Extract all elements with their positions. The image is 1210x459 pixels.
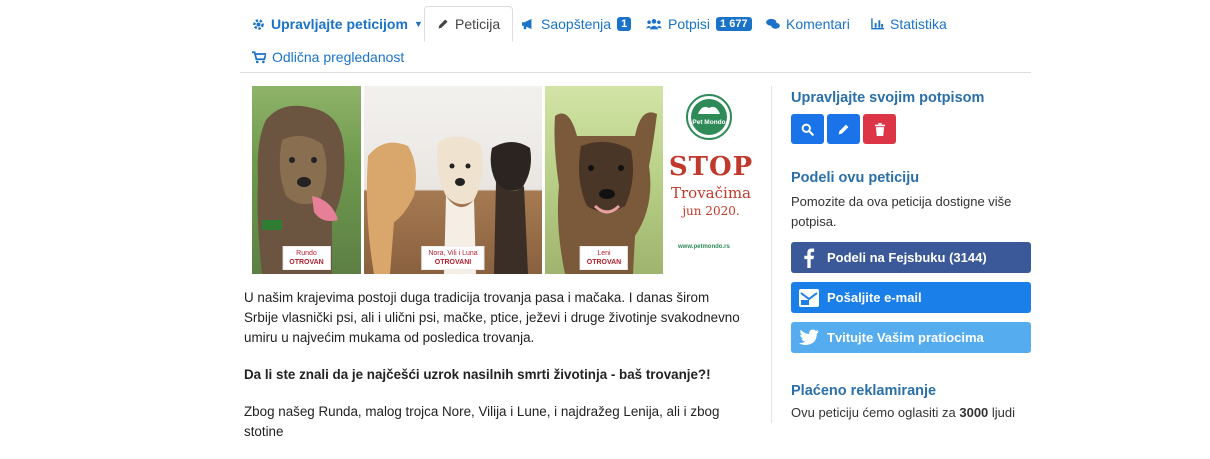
tab-comments-label: Komentari — [786, 16, 850, 32]
tab-promote[interactable]: Odlična pregledanost — [252, 49, 404, 65]
announcements-count-badge: 1 — [617, 17, 632, 31]
facebook-icon — [791, 247, 827, 268]
stop-heading: STOP — [668, 152, 754, 182]
share-facebook-button[interactable]: Podeli na Fejsbuku (3144) — [791, 242, 1031, 273]
stop-poisoners-text: STOP Trovačima jun 2020. — [668, 152, 754, 218]
petition-text: U našim krajevima postoji duga tradicija… — [244, 288, 744, 459]
email-icon — [791, 288, 827, 308]
photo-leni: Leni OTROVAN — [545, 86, 663, 274]
tab-promote-label: Odlična pregledanost — [272, 49, 405, 65]
trash-icon — [874, 122, 885, 136]
tab-comments[interactable]: Komentari — [766, 16, 850, 32]
manage-signature-title: Upravljajte svojim potpisom — [791, 90, 985, 106]
gear-icon — [252, 18, 265, 31]
caret-down-icon: ▼ — [413, 19, 423, 29]
paid-ads-text: Ovu peticiju ćemo oglasiti za 3000 ljudi — [791, 405, 1016, 420]
tab-petition[interactable]: Peticija — [424, 6, 514, 42]
banner-website: www.petmondo.rs — [678, 244, 730, 250]
users-icon — [646, 18, 662, 30]
tab-petition-label: Peticija — [455, 16, 501, 32]
tab-statistics[interactable]: Statistika — [871, 16, 947, 32]
manage-label: Upravljajte peticijom — [271, 16, 408, 32]
pencil-icon — [838, 124, 849, 134]
paragraph: U našim krajevima postoji duga tradicija… — [244, 290, 740, 345]
petition-banner-image: Rundo OTROVAN Nora, Vili i Luna OTROVANI — [252, 86, 763, 274]
paragraph: Zbog našeg Runda, malog trojca Nore, Vil… — [244, 404, 720, 439]
tab-signatures[interactable]: Potpisi 1 677 — [646, 16, 752, 32]
manage-petition-dropdown[interactable]: Upravljajte peticijom ▼ — [252, 16, 423, 32]
signatures-count-badge: 1 677 — [716, 17, 752, 31]
share-text: Pomozite da ova peticija dostigne više p… — [791, 194, 1012, 229]
edit-signature-button[interactable] — [827, 114, 860, 144]
stop-subheading: Trovačima — [671, 184, 751, 202]
megaphone-icon — [521, 18, 535, 30]
caption-rundo: Rundo OTROVAN — [282, 246, 331, 270]
share-twitter-button[interactable]: Tvitujte Vašim pratiocima — [791, 322, 1031, 353]
caption-nora-vili-luna: Nora, Vili i Luna OTROVANI — [421, 246, 485, 270]
tab-announcements[interactable]: Saopštenja 1 — [521, 16, 632, 32]
pencil-icon — [437, 18, 449, 30]
delete-signature-button[interactable] — [863, 114, 896, 144]
shopping-cart-icon — [252, 50, 266, 64]
sidebar: Upravljajte svojim potpisom Podeli ovu p… — [791, 90, 1031, 423]
tab-signatures-label: Potpisi — [668, 16, 711, 32]
petition-nav: Upravljajte peticijom ▼ Peticija Saopšte… — [240, 6, 1031, 73]
view-signature-button[interactable] — [791, 114, 824, 144]
search-icon — [801, 123, 814, 136]
share-twitter-label: Tvitujte Vašim pratiocima — [827, 330, 984, 345]
twitter-icon — [791, 329, 827, 347]
paragraph-bold: Da li ste znali da je najčešći uzrok nas… — [244, 367, 711, 382]
photo-nora-vili-luna: Nora, Vili i Luna OTROVANI — [364, 86, 542, 274]
share-email-label: Pošaljite e-mail — [827, 290, 922, 305]
stop-date: jun 2020. — [682, 204, 740, 218]
photo-rundo: Rundo OTROVAN — [252, 86, 361, 274]
paid-ads-title: Plaćeno reklamiranje — [791, 383, 937, 399]
svg-text:Pet Mondo: Pet Mondo — [692, 119, 725, 126]
tab-announcements-label: Saopštenja — [541, 16, 612, 32]
comments-icon — [766, 18, 780, 30]
bar-chart-icon — [871, 18, 884, 30]
share-title: Podeli ovu peticiju — [791, 170, 920, 186]
ads-amount: 3000 — [959, 405, 989, 420]
signature-actions — [791, 114, 1031, 144]
share-facebook-label: Podeli na Fejsbuku (3144) — [827, 250, 987, 265]
share-email-button[interactable]: Pošaljite e-mail — [791, 282, 1031, 313]
caption-leni: Leni OTROVAN — [579, 246, 629, 270]
column-divider — [771, 86, 772, 423]
tab-statistics-label: Statistika — [890, 16, 947, 32]
pet-mondo-logo: Pet Mondo — [686, 94, 732, 140]
